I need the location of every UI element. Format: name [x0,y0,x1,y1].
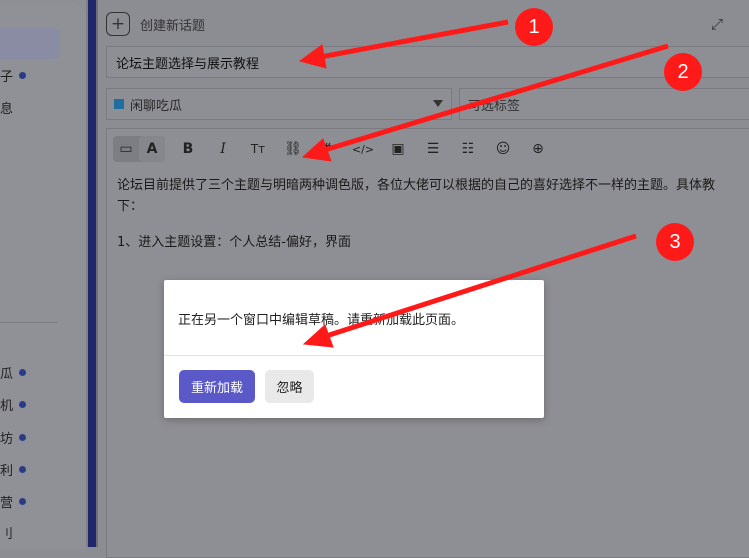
annotation-arrows [298,19,669,348]
arrow-3-head [302,324,334,348]
annotation-marker-2: 2 [664,53,702,91]
arrow-1-line [314,19,509,61]
arrow-2-head [301,138,332,162]
annotation-marker-1: 1 [515,8,553,46]
annotation-marker-3: 3 [656,223,694,261]
arrow-2-line [317,43,669,155]
arrow-1-head [298,44,327,69]
arrow-3-line [319,233,637,341]
